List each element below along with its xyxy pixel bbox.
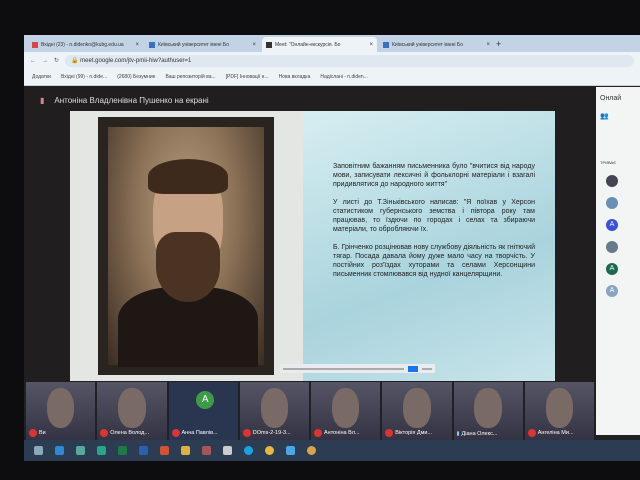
windows-start-icon[interactable] bbox=[34, 446, 43, 455]
avatar: A bbox=[196, 391, 215, 410]
participant-name: Олена Волод... bbox=[110, 430, 149, 436]
slide-paragraph: У листі до Т.Зіньківського написав: "Я п… bbox=[333, 198, 535, 233]
presenter-label: Антоніна Владленівна Пушенко на екрані bbox=[54, 95, 209, 105]
back-icon[interactable]: ← bbox=[30, 58, 36, 64]
participant-name: Анна Павлів... bbox=[181, 430, 218, 436]
panel-title: Онлай bbox=[600, 95, 622, 102]
avatar: A bbox=[606, 285, 618, 297]
presenter-header: ▮ Антоніна Владленівна Пушенко на екрані bbox=[24, 87, 596, 113]
bookmark[interactable]: Додатки bbox=[32, 74, 51, 80]
slide-paragraph: Б. Грінченко розцінював нову службову ді… bbox=[333, 243, 535, 278]
participant-name: Ви bbox=[39, 430, 46, 436]
section-label: ТРИВАЄ bbox=[600, 160, 617, 165]
avatar: A bbox=[606, 219, 618, 231]
participant-tile[interactable]: Ангеліна Ми... bbox=[524, 382, 594, 440]
slide-text: Заповітним бажанням письменника було "вч… bbox=[303, 111, 555, 381]
powerpoint-icon[interactable] bbox=[160, 446, 169, 455]
avatar bbox=[606, 175, 618, 187]
bookmark[interactable]: Ваш репозиторій ва... bbox=[165, 74, 215, 80]
participant-name: Ангеліна Ми... bbox=[537, 430, 574, 436]
presentation-slide: Заповітним бажанням письменника було "вч… bbox=[70, 111, 555, 381]
presenter-icon: ▮ bbox=[40, 95, 45, 105]
participant-tile[interactable]: DOms-2-19-3... bbox=[239, 382, 309, 440]
mic-off-icon bbox=[29, 429, 37, 437]
tab-label: Meet: "Онлайн-екскурсія. Бо bbox=[275, 41, 341, 48]
portrait-photo bbox=[98, 117, 274, 375]
bookmark[interactable]: Вхідні (99) - n.dide... bbox=[61, 74, 107, 80]
reload-icon[interactable]: ↻ bbox=[54, 57, 59, 64]
chrome-icon[interactable] bbox=[265, 446, 274, 455]
new-tab-button[interactable]: + bbox=[496, 39, 501, 49]
mail-icon[interactable] bbox=[76, 446, 85, 455]
gmail-icon bbox=[32, 41, 38, 48]
doc-icon bbox=[149, 41, 155, 48]
mic-off-icon bbox=[171, 429, 180, 437]
bookmarks-bar: Додатки Вхідні (99) - n.dide... (2680) Б… bbox=[24, 69, 640, 86]
screen-share-notice bbox=[280, 364, 435, 373]
participant-tile[interactable]: Антоніна Вл... bbox=[311, 382, 381, 440]
avatar: A bbox=[606, 263, 618, 275]
participant-strip: Ви Олена Волод... A Анна Павлів... DOms-2… bbox=[24, 382, 596, 440]
app-l-icon[interactable] bbox=[97, 446, 106, 455]
lock-icon: 🔒 bbox=[71, 58, 81, 64]
tab-university-2[interactable]: Київський університет імені Бо × bbox=[379, 37, 494, 52]
taskbar bbox=[24, 440, 640, 461]
participant-name: Вікторія Дми... bbox=[395, 430, 433, 436]
people-panel: Онлай 👥 ТРИВАЄ A A A bbox=[596, 87, 640, 435]
tab-label: Вхідні (23) - n.didenko@kubg.edu.ua bbox=[41, 41, 124, 48]
mic-off-icon bbox=[385, 429, 394, 437]
folder-icon[interactable] bbox=[181, 446, 190, 455]
close-icon[interactable]: × bbox=[486, 42, 490, 48]
zoom-icon[interactable] bbox=[286, 446, 295, 455]
meet-icon bbox=[266, 41, 272, 48]
bookmark[interactable]: (2680) Безумние bbox=[117, 74, 155, 80]
url-text: meet.google.com/jtv-pmii-hiw?authuser=1 bbox=[80, 57, 192, 64]
participant-name: Діана Олекс... bbox=[461, 431, 498, 437]
bookmark[interactable]: Надіслані - n.diden... bbox=[320, 74, 368, 80]
doc-icon bbox=[383, 41, 389, 48]
tab-gmail[interactable]: Вхідні (23) - n.didenko@kubg.edu.ua × bbox=[28, 37, 143, 52]
word-icon[interactable] bbox=[139, 446, 148, 455]
url-input[interactable]: 🔒 meet.google.com/jtv-pmii-hiw?authuser=… bbox=[65, 54, 634, 67]
tab-label: Київський університет імені Бо bbox=[158, 41, 229, 48]
app-icon[interactable] bbox=[202, 446, 211, 455]
participant-tile[interactable]: A Анна Павлів... bbox=[168, 382, 238, 440]
mic-off-icon bbox=[100, 429, 109, 437]
excel-icon[interactable] bbox=[118, 446, 127, 455]
bookmark[interactable]: [PDF] Інновації н... bbox=[226, 74, 269, 80]
mic-off-icon bbox=[242, 429, 251, 437]
tab-bar: Вхідні (23) - n.didenko@kubg.edu.ua × Киї… bbox=[24, 35, 640, 52]
participant-tile[interactable]: Ви bbox=[26, 382, 96, 440]
participant-tile[interactable]: Вікторія Дми... bbox=[382, 382, 452, 440]
slide-paragraph: Заповітним бажанням письменника було "вч… bbox=[333, 163, 535, 188]
avatar bbox=[606, 241, 618, 253]
screen: Вхідні (23) - n.didenko@kubg.edu.ua × Киї… bbox=[24, 35, 640, 461]
close-icon[interactable]: × bbox=[252, 42, 256, 48]
close-icon[interactable]: × bbox=[369, 42, 373, 48]
stop-sharing-button[interactable] bbox=[408, 365, 418, 372]
mic-off-icon bbox=[314, 429, 322, 437]
address-bar-row: ← → ↻ 🔒 meet.google.com/jtv-pmii-hiw?authu… bbox=[24, 52, 640, 69]
tab-university[interactable]: Київський університет імені Бо × bbox=[145, 37, 260, 52]
tab-meet[interactable]: Meet: "Онлайн-екскурсія. Бо × bbox=[262, 37, 377, 52]
calendar-icon[interactable] bbox=[223, 446, 232, 455]
bookmark[interactable]: Нова вкладка bbox=[279, 74, 311, 80]
participant-tile[interactable]: Олена Волод... bbox=[97, 382, 167, 440]
meet-stage: ▮ Антоніна Владленівна Пушенко на екрані… bbox=[24, 87, 596, 383]
mic-off-icon bbox=[527, 429, 536, 437]
avatar bbox=[606, 197, 618, 209]
edge-icon[interactable] bbox=[55, 446, 64, 455]
close-icon[interactable]: × bbox=[135, 42, 139, 48]
forward-icon[interactable]: → bbox=[42, 58, 48, 64]
participant-name: DOms-2-19-3... bbox=[252, 430, 291, 436]
chrome-icon[interactable] bbox=[307, 446, 316, 455]
slide-image-panel bbox=[70, 111, 303, 381]
speaking-icon: ▮ bbox=[456, 431, 460, 437]
skype-icon[interactable] bbox=[244, 446, 253, 455]
people-tab-icon[interactable]: 👥 bbox=[600, 112, 636, 120]
tab-label: Київський університет імені Бо bbox=[392, 41, 463, 48]
participant-tile[interactable]: ▮ Діана Олекс... bbox=[453, 382, 523, 440]
participant-name: Антоніна Вл... bbox=[324, 430, 360, 436]
